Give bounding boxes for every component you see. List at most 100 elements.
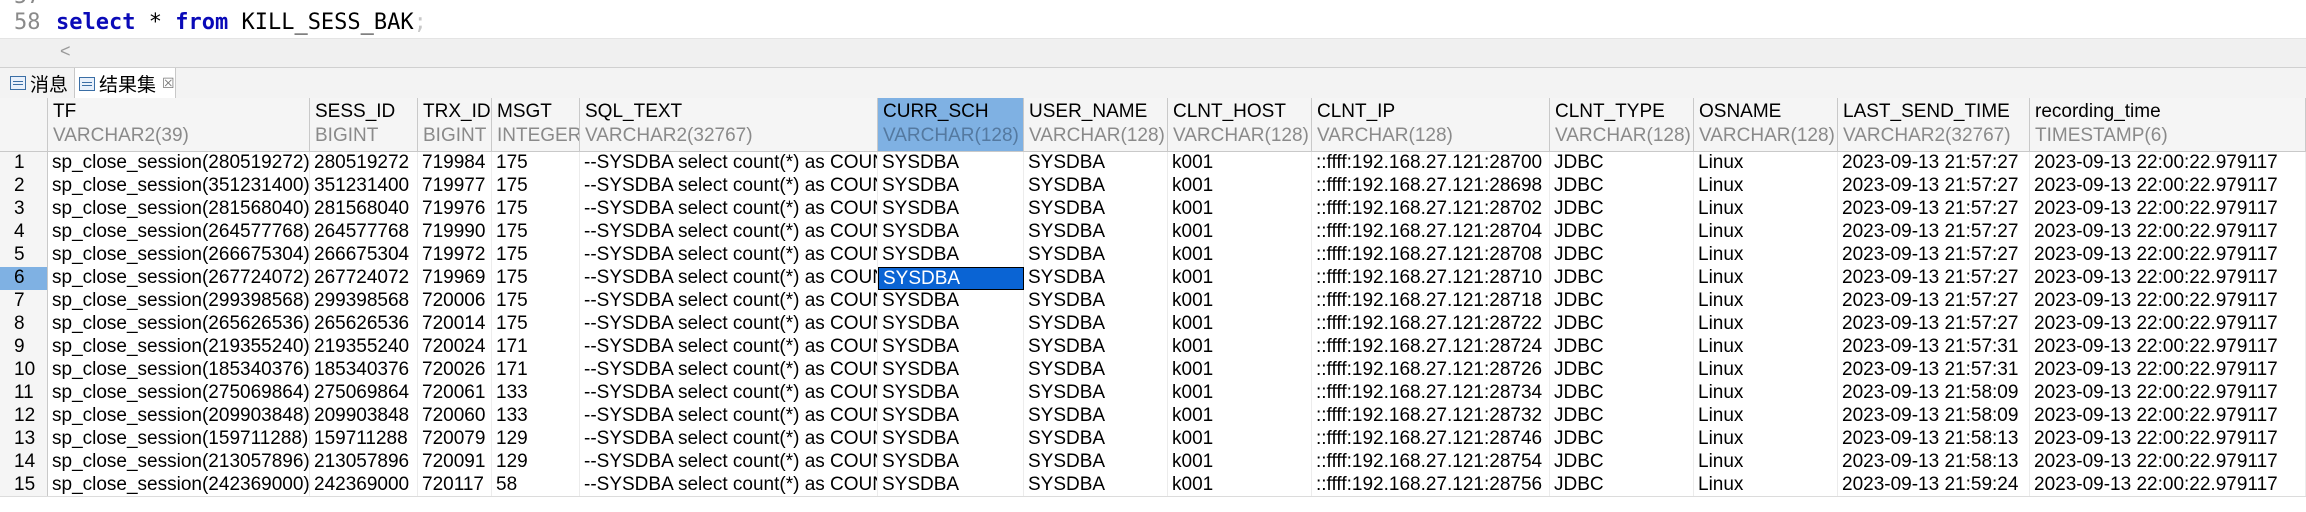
table-cell[interactable]: 2023-09-13 22:00:22.979117 — [2030, 221, 2306, 244]
row-number[interactable]: 9 — [0, 336, 48, 359]
table-cell[interactable]: sp_close_session(351231400); — [48, 175, 310, 198]
column-header-sess-id[interactable]: SESS_ID BIGINT — [310, 98, 418, 151]
table-cell[interactable]: sp_close_session(265626536); — [48, 313, 310, 336]
table-cell[interactable]: 219355240 — [310, 336, 418, 359]
table-cell[interactable]: ::ffff:192.168.27.121:28708 — [1312, 244, 1550, 267]
result-grid[interactable]: TF VARCHAR2(39) SESS_ID BIGINT TRX_ID BIGINT M… — [0, 98, 2306, 512]
table-cell[interactable]: sp_close_session(275069864); — [48, 382, 310, 405]
table-cell[interactable]: sp_close_session(266675304); — [48, 244, 310, 267]
table-cell[interactable]: 266675304 — [310, 244, 418, 267]
table-cell[interactable]: 2023-09-13 21:59:24 — [1838, 474, 2030, 497]
table-cell[interactable]: 2023-09-13 21:57:31 — [1838, 336, 2030, 359]
table-cell[interactable]: 2023-09-13 22:00:22.979117 — [2030, 152, 2306, 175]
table-cell[interactable]: 133 — [492, 405, 580, 428]
table-cell[interactable]: Linux — [1694, 267, 1838, 290]
column-header-sql-text[interactable]: SQL_TEXT VARCHAR2(32767) — [580, 98, 878, 151]
table-cell[interactable]: k001 — [1168, 244, 1312, 267]
tab-messages[interactable]: 消息 — [10, 68, 70, 98]
table-cell[interactable]: --SYSDBA select count(*) as COUN — [580, 313, 878, 336]
table-cell[interactable]: SYSDBA — [1024, 405, 1168, 428]
table-cell[interactable]: SYSDBA — [878, 313, 1024, 336]
table-cell[interactable]: 159711288 — [310, 428, 418, 451]
grid-horizontal-scrollbar[interactable] — [0, 496, 2306, 512]
table-cell[interactable]: 58 — [492, 474, 580, 497]
table-cell[interactable]: 2023-09-13 21:57:27 — [1838, 290, 2030, 313]
table-cell[interactable]: JDBC — [1550, 198, 1694, 221]
table-cell[interactable]: 720024 — [418, 336, 492, 359]
table-cell[interactable]: SYSDBA — [1024, 474, 1168, 497]
table-cell[interactable]: k001 — [1168, 428, 1312, 451]
table-cell[interactable]: 2023-09-13 21:57:27 — [1838, 267, 2030, 290]
table-cell[interactable]: SYSDBA — [878, 359, 1024, 382]
table-cell[interactable]: ::ffff:192.168.27.121:28726 — [1312, 359, 1550, 382]
table-row[interactable]: 1 sp_close_session(280519272); 280519272 71… — [0, 152, 2306, 175]
table-cell[interactable]: 2023-09-13 22:00:22.979117 — [2030, 267, 2306, 290]
table-cell[interactable]: Linux — [1694, 451, 1838, 474]
table-row[interactable]: 14 sp_close_session(213057896); 213057896 7… — [0, 451, 2306, 474]
table-cell[interactable]: JDBC — [1550, 405, 1694, 428]
table-cell[interactable]: k001 — [1168, 451, 1312, 474]
table-cell[interactable]: 720061 — [418, 382, 492, 405]
table-cell[interactable]: JDBC — [1550, 175, 1694, 198]
table-row[interactable]: 7 sp_close_session(299398568); 299398568 72… — [0, 290, 2306, 313]
table-cell[interactable]: JDBC — [1550, 451, 1694, 474]
table-cell[interactable]: SYSDBA — [1024, 267, 1168, 290]
column-header-user-name[interactable]: USER_NAME VARCHAR(128) — [1024, 98, 1168, 151]
table-cell[interactable]: JDBC — [1550, 221, 1694, 244]
table-cell[interactable]: 720026 — [418, 359, 492, 382]
table-cell[interactable]: k001 — [1168, 221, 1312, 244]
table-cell[interactable]: JDBC — [1550, 290, 1694, 313]
table-cell[interactable]: 281568040 — [310, 198, 418, 221]
table-cell[interactable]: JDBC — [1550, 474, 1694, 497]
sql-statement[interactable]: select * from KILL_SESS_BAK; — [56, 10, 427, 35]
table-cell[interactable]: --SYSDBA select count(*) as COUN — [580, 451, 878, 474]
table-cell[interactable]: Linux — [1694, 405, 1838, 428]
row-number[interactable]: 13 — [0, 428, 48, 451]
table-cell[interactable]: ::ffff:192.168.27.121:28724 — [1312, 336, 1550, 359]
table-cell[interactable]: Linux — [1694, 175, 1838, 198]
table-cell[interactable]: SYSDBA — [878, 152, 1024, 175]
table-cell[interactable]: 175 — [492, 221, 580, 244]
column-header-tf[interactable]: TF VARCHAR2(39) — [48, 98, 310, 151]
table-cell[interactable]: 720079 — [418, 428, 492, 451]
table-row[interactable]: 15 sp_close_session(242369000); 242369000 7… — [0, 474, 2306, 497]
table-cell[interactable]: ::ffff:192.168.27.121:28722 — [1312, 313, 1550, 336]
table-cell[interactable]: SYSDBA — [878, 221, 1024, 244]
table-row[interactable]: 3 sp_close_session(281568040); 281568040 71… — [0, 198, 2306, 221]
table-cell[interactable]: SYSDBA — [878, 451, 1024, 474]
table-cell[interactable]: ::ffff:192.168.27.121:28698 — [1312, 175, 1550, 198]
close-tab-icon[interactable]: ☒ — [162, 75, 175, 92]
table-cell[interactable]: 2023-09-13 21:57:27 — [1838, 198, 2030, 221]
table-row[interactable]: 6 sp_close_session(267724072); 267724072 71… — [0, 267, 2306, 290]
table-row[interactable]: 8 sp_close_session(265626536); 265626536 72… — [0, 313, 2306, 336]
table-cell[interactable]: k001 — [1168, 290, 1312, 313]
table-cell[interactable]: Linux — [1694, 290, 1838, 313]
table-cell[interactable]: SYSDBA — [878, 244, 1024, 267]
table-cell[interactable]: k001 — [1168, 405, 1312, 428]
table-cell[interactable]: 2023-09-13 22:00:22.979117 — [2030, 244, 2306, 267]
column-header-curr-sch[interactable]: CURR_SCH VARCHAR(128) — [878, 98, 1024, 151]
table-cell[interactable]: 2023-09-13 22:00:22.979117 — [2030, 474, 2306, 497]
table-cell[interactable]: 2023-09-13 22:00:22.979117 — [2030, 336, 2306, 359]
table-cell[interactable]: 2023-09-13 22:00:22.979117 — [2030, 382, 2306, 405]
table-cell[interactable]: SYSDBA — [878, 290, 1024, 313]
table-cell[interactable]: 719972 — [418, 244, 492, 267]
table-cell[interactable]: --SYSDBA select count(*) as COUN — [580, 359, 878, 382]
table-cell[interactable]: 2023-09-13 22:00:22.979117 — [2030, 198, 2306, 221]
table-cell[interactable]: sp_close_session(242369000); — [48, 474, 310, 497]
table-cell[interactable]: Linux — [1694, 152, 1838, 175]
table-cell[interactable]: SYSDBA — [1024, 451, 1168, 474]
table-cell[interactable]: --SYSDBA select count(*) as COUN — [580, 405, 878, 428]
table-cell[interactable]: SYSDBA — [1024, 336, 1168, 359]
table-cell[interactable]: SYSDBA — [878, 382, 1024, 405]
table-cell[interactable]: 275069864 — [310, 382, 418, 405]
table-cell[interactable]: 2023-09-13 21:57:27 — [1838, 244, 2030, 267]
table-cell[interactable]: Linux — [1694, 244, 1838, 267]
table-cell[interactable]: sp_close_session(213057896); — [48, 451, 310, 474]
table-cell[interactable]: k001 — [1168, 474, 1312, 497]
table-cell[interactable]: SYSDBA — [1024, 290, 1168, 313]
table-cell[interactable]: 299398568 — [310, 290, 418, 313]
table-cell[interactable]: --SYSDBA select count(*) as COUN — [580, 382, 878, 405]
row-number[interactable]: 3 — [0, 198, 48, 221]
table-cell[interactable]: 175 — [492, 290, 580, 313]
